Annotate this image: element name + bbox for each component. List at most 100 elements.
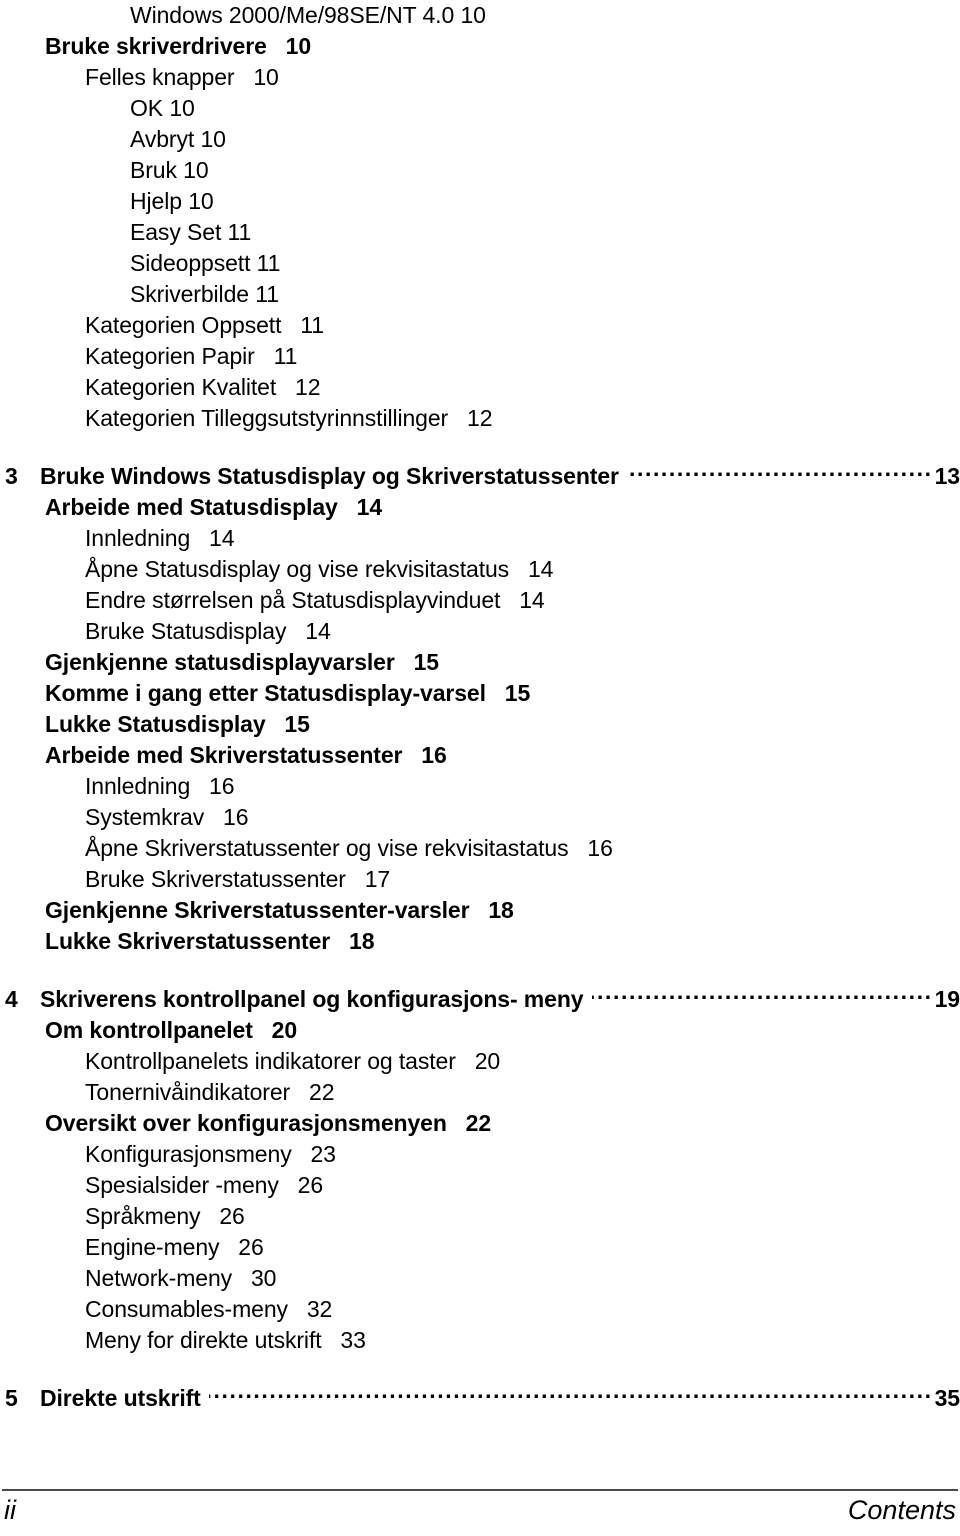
toc-entry-page-number: 17	[364, 866, 391, 892]
toc-chapter-number: 5	[5, 1385, 18, 1411]
toc-entry[interactable]: Spesialsider -meny 26	[0, 1170, 960, 1201]
toc-entry-page-number: 14	[527, 556, 554, 582]
toc-entry-page-number: 23	[310, 1141, 336, 1167]
toc-entry-page-number: 26	[297, 1172, 324, 1198]
toc-entry[interactable]: Network-meny 30	[0, 1263, 960, 1294]
toc-entry[interactable]: Consumables-meny 32	[0, 1294, 960, 1325]
toc-entry-gap	[486, 678, 505, 709]
toc-entry-body: Hjelp 10	[130, 186, 960, 217]
toc-entry-page-number: 22	[465, 1110, 492, 1136]
toc-entry[interactable]: Kontrollpanelets indikatorer og taster 2…	[0, 1046, 960, 1077]
toc-entry-page-number: 11	[300, 312, 324, 338]
toc-entry-page-number: 30	[250, 1265, 277, 1291]
toc-entry[interactable]: Easy Set 11	[0, 217, 960, 248]
toc-entry[interactable]: Engine-meny 26	[0, 1232, 960, 1263]
toc-entry-label: Tonernivåindikatorer	[85, 1079, 291, 1105]
toc-entry-page-number: 14	[519, 587, 545, 613]
toc-entry[interactable]: Språkmeny 26	[0, 1201, 960, 1232]
toc-entry[interactable]: Kategorien Oppsett 11	[0, 310, 960, 341]
toc-entry-body: Kontrollpanelets indikatorer og taster 2…	[85, 1046, 960, 1077]
toc-entry-label: Skriverbilde 11	[130, 281, 279, 307]
toc-entry[interactable]: Endre størrelsen på Statusdisplayvinduet…	[0, 585, 960, 616]
toc-entry-label: Kategorien Kvalitet	[85, 374, 277, 400]
toc-entry[interactable]: Åpne Skriverstatussenter og vise rekvisi…	[0, 833, 960, 864]
toc-entry[interactable]: Bruke skriverdrivere 10	[0, 31, 960, 62]
toc-entry-label: Om kontrollpanelet	[45, 1017, 253, 1043]
toc-entry[interactable]: Bruke Statusdisplay 14	[0, 616, 960, 647]
toc-entry-page-number: 14	[356, 494, 383, 520]
toc-entry[interactable]: Tonernivåindikatorer 22	[0, 1077, 960, 1108]
toc-entry[interactable]: Bruk 10	[0, 155, 960, 186]
footer-page-number: ii	[4, 1495, 16, 1525]
toc-entry-label: Komme i gang etter Statusdisplay-varsel	[45, 680, 486, 706]
toc-entry-body: Åpne Statusdisplay og vise rekvisitastat…	[85, 554, 960, 585]
toc-entry[interactable]: Sideoppsett 11	[0, 248, 960, 279]
toc-entry[interactable]: Skriverbilde 11	[0, 279, 960, 310]
toc-entry[interactable]: OK 10	[0, 93, 960, 124]
toc-entry[interactable]: Innledning 16	[0, 771, 960, 802]
toc-entry-page-number: 10	[253, 64, 279, 90]
toc-entry-label: Innledning	[85, 773, 191, 799]
toc-entry[interactable]: Kategorien Papir 11	[0, 341, 960, 372]
toc-entry[interactable]: Kategorien Kvalitet 12	[0, 372, 960, 403]
toc-entry-gap	[500, 585, 519, 616]
toc-entry-page-number: 12	[467, 405, 493, 431]
toc-entry-label: Engine-meny	[85, 1234, 220, 1260]
toc-entry-label: Gjenkjenne Skriverstatussenter-varsler	[45, 897, 470, 923]
toc-entry[interactable]: Lukke Skriverstatussenter 18	[0, 926, 960, 957]
toc-entry-page-number: 18	[488, 897, 514, 923]
toc-entry-page-number: 33	[340, 1327, 366, 1353]
toc-chapter-number: 3	[5, 463, 18, 489]
toc-entry[interactable]: Arbeide med Statusdisplay 14	[0, 492, 960, 523]
toc-entry[interactable]: Felles knapper 10	[0, 62, 960, 93]
toc-entry[interactable]: Arbeide med Skriverstatussenter 16	[0, 740, 960, 771]
toc-entry-gap	[190, 523, 209, 554]
toc-entry-gap	[395, 647, 414, 678]
toc-chapter-entry[interactable]: 5 Direkte utskrift 35	[0, 1383, 960, 1414]
toc-entry-body: Bruk 10	[130, 155, 960, 186]
toc-entry-page-number: 22	[309, 1079, 335, 1105]
toc-entry-gap	[402, 740, 421, 771]
toc-entry-gap	[448, 403, 467, 434]
toc-entry-body: Bruke Windows Statusdisplay og Skriverst…	[40, 461, 960, 492]
toc-entry-body: Komme i gang etter Statusdisplay-varsel …	[45, 678, 960, 709]
toc-entry[interactable]: Komme i gang etter Statusdisplay-varsel …	[0, 678, 960, 709]
toc-entry[interactable]: Lukke Statusdisplay 15	[0, 709, 960, 740]
footer-section-label: Contents	[847, 1495, 956, 1525]
toc-entry-body: Direkte utskrift 35	[40, 1383, 960, 1414]
toc-entry-body: Konfigurasjonsmeny 23	[85, 1139, 960, 1170]
toc-entry-label: Bruke Windows Statusdisplay og Skriverst…	[40, 463, 619, 489]
table-of-contents: Windows 2000/Me/98SE/NT 4.0 10 Bruke skri…	[0, 0, 960, 1414]
toc-entry-page-number: 18	[349, 928, 375, 954]
toc-entry-gap	[234, 62, 253, 93]
toc-entry-label: Bruke Skriverstatussenter	[85, 866, 346, 892]
toc-entry[interactable]: Oversikt over konfigurasjonsmenyen 22	[0, 1108, 960, 1139]
toc-entry-label: Innledning	[85, 525, 191, 551]
toc-entry-label: Felles knapper	[85, 64, 235, 90]
toc-entry-body: Engine-meny 26	[85, 1232, 960, 1263]
toc-entry[interactable]: Meny for direkte utskrift 33	[0, 1325, 960, 1356]
toc-entry[interactable]: Innledning 14	[0, 523, 960, 554]
toc-entry[interactable]: Kategorien Tilleggsutstyrinnstillinger 1…	[0, 403, 960, 434]
toc-entry-body: Bruke Statusdisplay 14	[85, 616, 960, 647]
toc-entry[interactable]: Hjelp 10	[0, 186, 960, 217]
toc-entry[interactable]: Gjenkjenne statusdisplayvarsler 15	[0, 647, 960, 678]
toc-entry-body: Kategorien Kvalitet 12	[85, 372, 960, 403]
toc-entry[interactable]: Konfigurasjonsmeny 23	[0, 1139, 960, 1170]
toc-entry-page-number: 11	[273, 343, 298, 369]
toc-entry-label: Meny for direkte utskrift	[85, 1327, 322, 1353]
toc-section-spacer	[0, 434, 960, 461]
toc-chapter-entry[interactable]: 3 Bruke Windows Statusdisplay og Skrivers…	[0, 461, 960, 492]
toc-entry[interactable]: Om kontrollpanelet 20	[0, 1015, 960, 1046]
toc-entry[interactable]: Bruke Skriverstatussenter 17	[0, 864, 960, 895]
toc-entry[interactable]: Åpne Statusdisplay og vise rekvisitastat…	[0, 554, 960, 585]
toc-entry[interactable]: Systemkrav 16	[0, 802, 960, 833]
toc-entry-label: Åpne Skriverstatussenter og vise rekvisi…	[85, 835, 569, 861]
toc-entry[interactable]: Avbryt 10	[0, 124, 960, 155]
toc-entry-label: Arbeide med Statusdisplay	[45, 494, 338, 520]
toc-chapter-entry[interactable]: 4 Skriverens kontrollpanel og konfigurasj…	[0, 984, 960, 1015]
toc-chapter-number: 4	[5, 986, 18, 1012]
toc-entry[interactable]: Windows 2000/Me/98SE/NT 4.0 10	[0, 0, 960, 31]
toc-entry[interactable]: Gjenkjenne Skriverstatussenter-varsler 1…	[0, 895, 960, 926]
toc-entry-label: Direkte utskrift	[40, 1385, 201, 1411]
